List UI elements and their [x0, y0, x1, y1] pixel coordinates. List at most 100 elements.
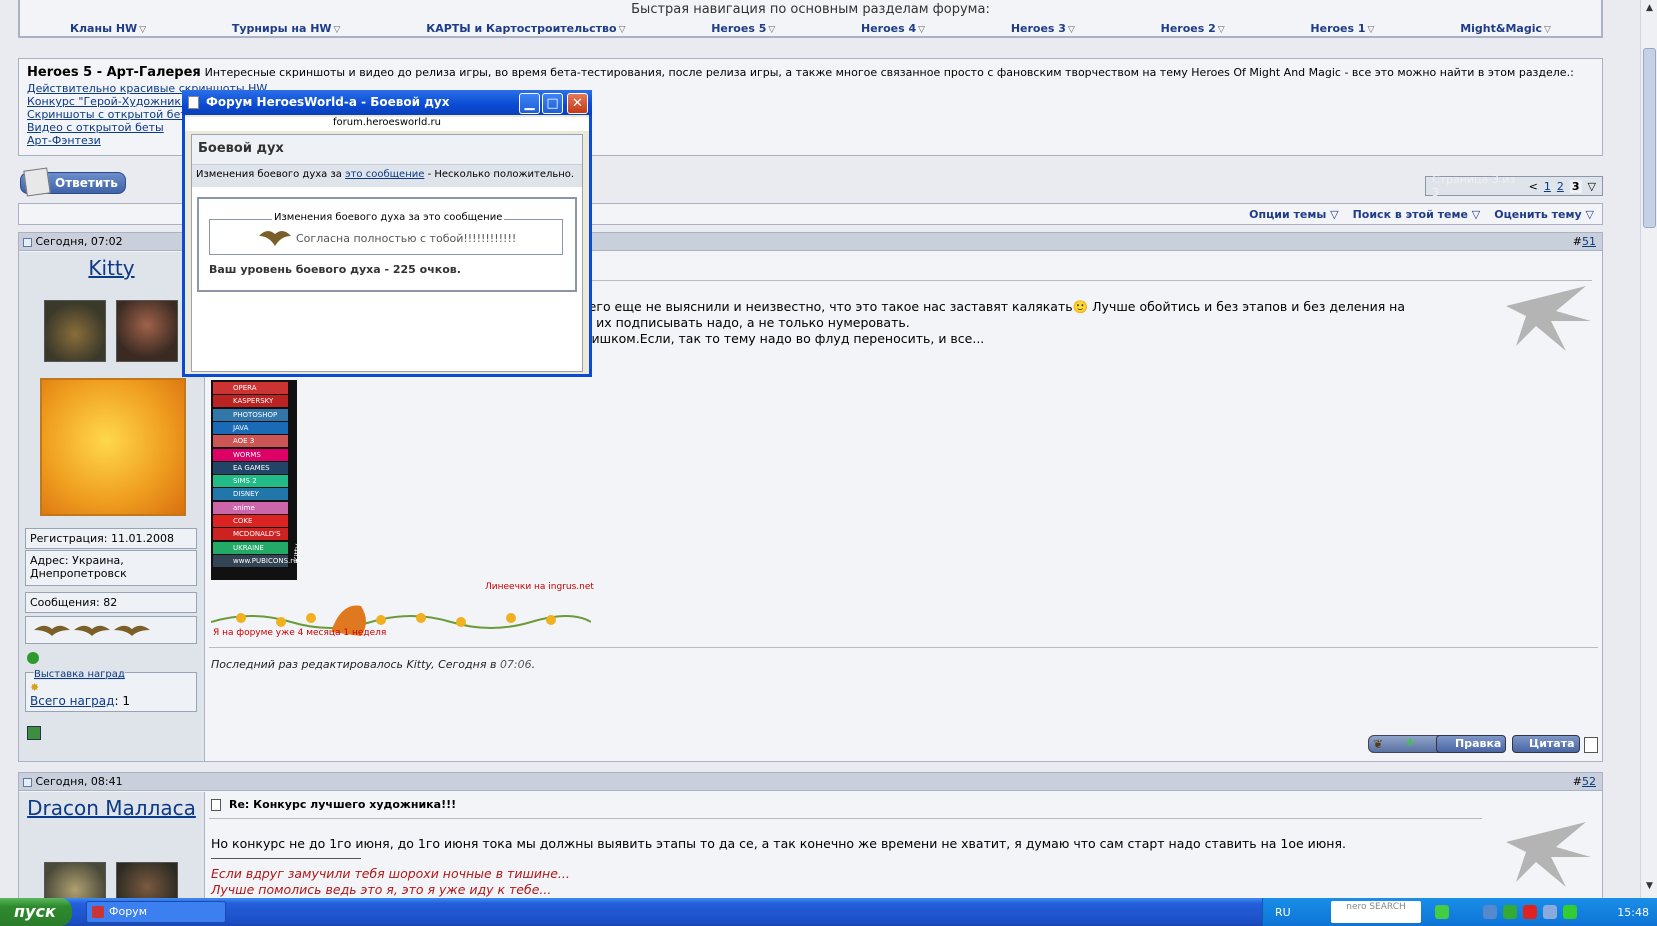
eagle-icon [259, 230, 291, 246]
scroll-down-arrow[interactable]: ▼ [1643, 880, 1656, 893]
nav-link-heroes1[interactable]: Heroes 1 ▽ [1310, 22, 1374, 36]
signature-credit: Линеечки на ingrus.net [485, 582, 594, 592]
eagle-icon [34, 625, 150, 636]
decorative-claw-icon [1506, 286, 1591, 351]
page-link-2[interactable]: 2 [1557, 180, 1564, 193]
user-status-icon[interactable] [27, 726, 41, 740]
nero-search-box[interactable]: nero SEARCH [1331, 901, 1421, 923]
awards-link[interactable]: Выставка наград [34, 669, 125, 680]
page-link-1[interactable]: 1 [1544, 180, 1551, 193]
chevron-down-icon[interactable]: ▽ [1588, 180, 1596, 193]
refresh-icon[interactable] [1503, 905, 1517, 919]
quote-button[interactable]: Цитата [1512, 735, 1580, 753]
start-button[interactable]: пуск [0, 898, 72, 926]
popup-content: Боевой дух Изменения боевого духа за это… [191, 134, 583, 372]
windows-taskbar: пуск Форум HeroesWorld-... RU nero SEARC… [0, 898, 1657, 926]
popup-titlebar[interactable]: Форум HeroesWorld-а - Боевой дух ▁ □ ✕ [182, 90, 592, 115]
subforum-link-beta-screens[interactable]: Скриншоты с открытой беты [27, 108, 195, 121]
post-title: Re: Конкурс лучшего художника!!! [211, 798, 456, 811]
post-status-icon [23, 777, 32, 787]
nav-link-heroes3[interactable]: Heroes 3 ▽ [1011, 22, 1075, 36]
this-message-link[interactable]: это сообщение [345, 169, 424, 180]
pagination: Страница 3 из 3 < 1 2 3 ▽ [1425, 173, 1603, 199]
taskbar-item-forum[interactable]: Форум HeroesWorld-... [86, 901, 226, 926]
antivirus-icon[interactable] [1523, 905, 1537, 919]
arrow-right-icon[interactable] [1435, 905, 1449, 919]
signature-line: Если вдруг замучили тебя шорохи ночные в… [211, 866, 570, 881]
userbar-badge: OPERA [213, 382, 288, 394]
reply-button[interactable]: Ответить [20, 167, 126, 197]
userbar-badge: KASPERSKY [213, 395, 288, 408]
edit-button[interactable]: Правка [1436, 735, 1506, 753]
post-text: Но конкурс не до 1го июня, до 1го июня т… [211, 836, 1346, 851]
quick-nav-title: Быстрая навигация по основным разделам ф… [631, 2, 990, 17]
nav-link-tournaments[interactable]: Турниры на HW ▽ [232, 22, 341, 36]
morale-change-line: Изменения боевого духа за это сообщение … [192, 165, 582, 187]
user-avatar [40, 378, 186, 516]
nav-link-heroes2[interactable]: Heroes 2 ▽ [1161, 22, 1225, 36]
page-current: 3 [1569, 179, 1582, 193]
post-body: Re: Конкурс лучшего художника!!! Но конк… [204, 792, 1602, 898]
volume-icon[interactable] [1563, 905, 1577, 919]
rate-thread-menu[interactable]: Оценить тему ▽ [1494, 208, 1594, 221]
browser-icon [92, 906, 104, 918]
display-icon[interactable] [1543, 905, 1557, 919]
scrollbar-thumb[interactable] [1643, 48, 1656, 228]
nav-link-heroes5[interactable]: Heroes 5 ▽ [711, 22, 775, 36]
chevron-down-icon: ▽ [1330, 207, 1339, 221]
subforum-link-contest[interactable]: Конкурс "Герой-Художник" [27, 95, 186, 108]
page-prev[interactable]: < [1529, 180, 1538, 193]
browser-page: Быстрая навигация по основным разделам ф… [0, 0, 1640, 898]
chevron-down-icon: ▽ [1217, 25, 1225, 35]
page-scrollbar[interactable]: ▲ ▼ [1640, 0, 1657, 898]
nav-link-might-magic[interactable]: Might&Magic ▽ [1460, 22, 1551, 36]
signature-divider [209, 647, 1598, 648]
edited-note: Последний раз редактировалось Kitty, Сег… [211, 658, 536, 671]
nav-link-maps[interactable]: КАРТЫ и Картостроительство ▽ [426, 22, 625, 36]
quick-nav: Быстрая навигация по основным разделам ф… [18, 0, 1603, 38]
subforum-link-art-fantasy[interactable]: Арт-Фэнтези [27, 134, 101, 147]
userbar-badge: SIMS 2 [213, 475, 288, 488]
post-date: Сегодня, 07:02 [35, 235, 123, 248]
close-button[interactable]: ✕ [567, 93, 588, 114]
thread-options-menu[interactable]: Опции темы ▽ [1249, 208, 1338, 221]
userbar-badge: WORMS [213, 448, 288, 461]
username-link[interactable]: Kitty [19, 256, 204, 280]
fieldset-legend: Изменения боевого духа за это сообщение [272, 212, 505, 223]
subforum-link-beta-video[interactable]: Видео с открытой беты [27, 121, 164, 134]
award-icon: ✸ [30, 681, 40, 694]
nav-link-heroes4[interactable]: Heroes 4 ▽ [861, 22, 925, 36]
username-link[interactable]: Dracon Малласа [19, 796, 204, 820]
add-morale-button[interactable]: + [1405, 735, 1415, 749]
address-info: Адрес: Украина, Днепропетровск [25, 550, 197, 586]
userbar-badge: AOE 3 [213, 435, 288, 448]
chevron-down-icon: ▽ [139, 25, 147, 35]
awards-total: 1 [122, 694, 130, 708]
userbar-badge: JAVA [213, 421, 288, 434]
nav-link-clans[interactable]: Кланы HW ▽ [70, 22, 146, 36]
language-indicator[interactable]: RU [1275, 906, 1291, 919]
multiquote-icon[interactable] [1584, 737, 1598, 753]
userbar-badge: COKE [213, 515, 288, 527]
morale-fieldset: Изменения боевого духа за это сообщение … [209, 212, 563, 255]
scroll-up-arrow[interactable]: ▲ [1643, 2, 1656, 15]
minimize-button[interactable]: ▁ [519, 93, 540, 114]
post-header: Сегодня, 08:41 #52 [19, 773, 1602, 791]
userbar-badge: www.PUBICONS.ru [213, 554, 298, 567]
morale-level: Ваш уровень боевого духа - 225 очков. [209, 263, 461, 276]
pencil-note-icon [23, 167, 51, 197]
popup-heading: Боевой дух [192, 135, 582, 165]
clover-icon [27, 652, 39, 664]
popup-url: forum.heroesworld.ru [185, 117, 589, 131]
awards-total-label[interactable]: Всего наград [30, 694, 114, 708]
maximize-button[interactable]: □ [542, 93, 563, 114]
user-sidebar: Kitty Регистрация: 11.01.2008 Адрес: Укр… [19, 252, 204, 761]
chevron-down-icon: ▽ [1544, 25, 1551, 35]
user-icon-image [44, 300, 106, 362]
chevron-down-icon: ▽ [768, 25, 776, 35]
signature-divider [211, 858, 361, 859]
message-count: Сообщения: 82 [25, 592, 197, 613]
network-icon[interactable] [1483, 905, 1497, 919]
reputation-eagles [25, 616, 197, 644]
thread-search-menu[interactable]: Поиск в этой теме ▽ [1353, 208, 1481, 221]
